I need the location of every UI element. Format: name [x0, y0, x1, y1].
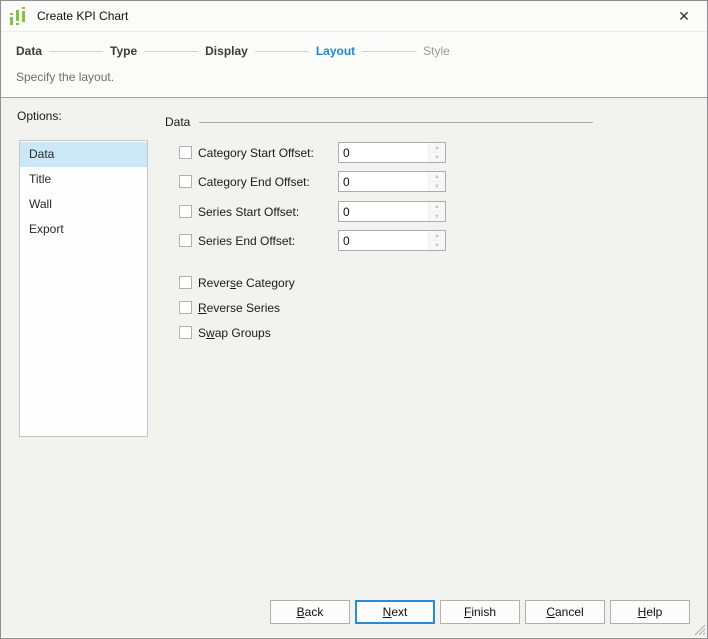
swap-groups-row: Swap Groups [179, 325, 271, 340]
series-start-offset-checkbox[interactable] [179, 205, 192, 218]
next-button[interactable]: Next [355, 600, 435, 624]
options-item-data[interactable]: Data [20, 142, 147, 167]
reverse-series-checkbox[interactable] [179, 301, 192, 314]
category-start-offset-checkbox[interactable] [179, 146, 192, 159]
options-label: Options: [17, 109, 62, 123]
spinner-buttons: ▲ ▼ [428, 143, 445, 162]
wizard-steps: Data Type Display Layout Style [1, 32, 707, 60]
series-start-offset-input[interactable] [339, 202, 428, 221]
options-item-wall[interactable]: Wall [20, 192, 147, 217]
step-data[interactable]: Data [16, 44, 42, 58]
data-group-title: Data [165, 115, 191, 129]
spin-down-icon[interactable]: ▼ [429, 153, 445, 162]
group-divider [199, 121, 593, 123]
series-end-offset-checkbox[interactable] [179, 234, 192, 247]
step-display[interactable]: Display [205, 44, 248, 58]
swap-groups-label[interactable]: Swap Groups [198, 326, 271, 340]
reverse-category-checkbox[interactable] [179, 276, 192, 289]
spin-up-icon[interactable]: ▲ [429, 172, 445, 182]
step-type[interactable]: Type [110, 44, 137, 58]
finish-button[interactable]: Finish [440, 600, 520, 624]
step-layout[interactable]: Layout [316, 44, 355, 58]
step-connector [362, 50, 417, 52]
category-start-offset-label[interactable]: Category Start Offset: [198, 146, 338, 160]
options-item-export[interactable]: Export [20, 217, 147, 242]
series-start-offset-label[interactable]: Series Start Offset: [198, 205, 338, 219]
series-end-offset-row: Series End Offset: ▲ ▼ [179, 230, 446, 251]
back-button[interactable]: Back [270, 600, 350, 624]
wizard-subtitle: Specify the layout. [16, 70, 115, 84]
category-start-offset-spinner: ▲ ▼ [338, 142, 446, 163]
spinner-buttons: ▲ ▼ [428, 231, 445, 250]
category-start-offset-row: Category Start Offset: ▲ ▼ [179, 142, 446, 163]
step-connector [254, 50, 309, 52]
dialog-title: Create KPI Chart [37, 9, 129, 23]
resize-grip[interactable] [693, 623, 705, 635]
spin-up-icon[interactable]: ▲ [429, 202, 445, 212]
step-connector [49, 50, 104, 52]
close-icon[interactable]: ✕ [669, 3, 699, 29]
create-kpi-chart-dialog: Create KPI Chart ✕ Data Type Display Lay… [0, 0, 708, 639]
swap-groups-checkbox[interactable] [179, 326, 192, 339]
wizard-header: Data Type Display Layout Style Specify t… [1, 32, 707, 98]
spin-down-icon[interactable]: ▼ [429, 182, 445, 191]
cancel-button[interactable]: Cancel [525, 600, 605, 624]
data-group-header: Data [165, 115, 593, 129]
series-end-offset-input[interactable] [339, 231, 428, 250]
spin-down-icon[interactable]: ▼ [429, 241, 445, 250]
step-style: Style [423, 44, 450, 58]
spin-up-icon[interactable]: ▲ [429, 143, 445, 153]
step-connector [144, 50, 199, 52]
category-end-offset-spinner: ▲ ▼ [338, 171, 446, 192]
spin-down-icon[interactable]: ▼ [429, 212, 445, 221]
series-end-offset-spinner: ▲ ▼ [338, 230, 446, 251]
spinner-buttons: ▲ ▼ [428, 172, 445, 191]
spinner-buttons: ▲ ▼ [428, 202, 445, 221]
category-start-offset-input[interactable] [339, 143, 428, 162]
reverse-category-label[interactable]: Reverse Category [198, 276, 295, 290]
reverse-series-label[interactable]: Reverse Series [198, 301, 280, 315]
options-listbox[interactable]: Data Title Wall Export [19, 140, 148, 437]
category-end-offset-label[interactable]: Category End Offset: [198, 175, 338, 189]
series-start-offset-row: Series Start Offset: ▲ ▼ [179, 201, 446, 222]
footer-buttons: Back Next Finish Cancel Help [270, 600, 690, 624]
options-item-title[interactable]: Title [20, 167, 147, 192]
reverse-series-row: Reverse Series [179, 300, 280, 315]
series-start-offset-spinner: ▲ ▼ [338, 201, 446, 222]
kpi-chart-icon [10, 7, 25, 25]
category-end-offset-row: Category End Offset: ▲ ▼ [179, 171, 446, 192]
title-bar: Create KPI Chart ✕ [1, 1, 707, 32]
help-button[interactable]: Help [610, 600, 690, 624]
dialog-content: Options: Data Title Wall Export Data Cat… [1, 98, 707, 637]
series-end-offset-label[interactable]: Series End Offset: [198, 234, 338, 248]
reverse-category-row: Reverse Category [179, 275, 295, 290]
category-end-offset-input[interactable] [339, 172, 428, 191]
category-end-offset-checkbox[interactable] [179, 175, 192, 188]
spin-up-icon[interactable]: ▲ [429, 231, 445, 241]
